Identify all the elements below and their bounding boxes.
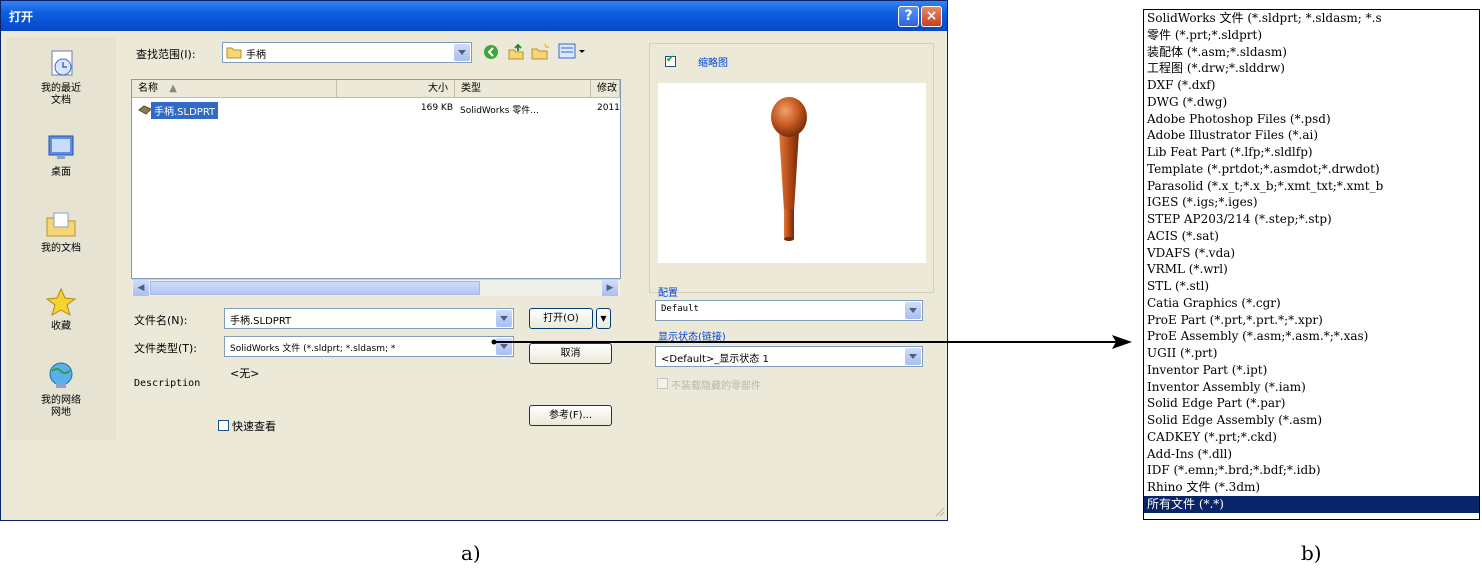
file-type-option[interactable]: Inventor Part (*.ipt) [1147,362,1267,379]
file-type-option[interactable]: STEP AP203/214 (*.step;*.stp) [1147,211,1332,228]
file-type-option[interactable]: UGII (*.prt) [1147,345,1217,362]
file-type-option[interactable]: Parasolid (*.x_t;*.x_b;*.xmt_txt;*.xmt_b [1147,178,1383,195]
file-type-option[interactable]: IGES (*.igs;*.iges) [1147,194,1258,211]
file-type-option[interactable]: 所有文件 (*.*) [1144,495,1479,513]
file-type-option[interactable]: STL (*.stl) [1147,278,1209,295]
file-type-option[interactable]: IDF (*.emn;*.brd;*.bdf;*.idb) [1147,462,1321,479]
caption-a: a) [461,541,481,565]
file-type-option[interactable]: VRML (*.wrl) [1147,261,1228,278]
file-type-option[interactable]: Rhino 文件 (*.3dm) [1147,479,1260,496]
file-type-option[interactable]: Add-Ins (*.dll) [1147,446,1232,463]
caption-b: b) [1301,541,1322,565]
file-type-option[interactable]: Solid Edge Assembly (*.asm) [1147,412,1322,429]
file-type-option[interactable]: VDAFS (*.vda) [1147,245,1235,262]
file-type-option[interactable]: ProE Assembly (*.asm;*.asm.*;*.xas) [1147,328,1368,345]
file-type-option[interactable]: SolidWorks 文件 (*.sldprt; *.sldasm; *.s [1147,10,1382,27]
file-type-option[interactable]: DXF (*.dxf) [1147,77,1215,94]
file-type-option[interactable]: Solid Edge Part (*.par) [1147,395,1285,412]
file-type-option[interactable]: Inventor Assembly (*.iam) [1147,379,1306,396]
file-type-option[interactable]: Catia Graphics (*.cgr) [1147,295,1281,312]
file-type-option[interactable]: ACIS (*.sat) [1147,228,1219,245]
file-type-option[interactable]: Lib Feat Part (*.lfp;*.sldlfp) [1147,144,1313,161]
file-type-option[interactable]: Adobe Photoshop Files (*.psd) [1147,111,1331,128]
file-type-option[interactable]: Adobe Illustrator Files (*.ai) [1147,127,1318,144]
file-type-option[interactable]: 工程图 (*.drw;*.slddrw) [1147,60,1285,77]
file-type-option[interactable]: 零件 (*.prt;*.sldprt) [1147,27,1262,44]
file-type-option[interactable]: DWG (*.dwg) [1147,94,1227,111]
file-type-option[interactable]: 装配体 (*.asm;*.sldasm) [1147,44,1287,61]
file-type-dropdown-list[interactable]: SolidWorks 文件 (*.sldprt; *.sldasm; *.s 零件… [1143,9,1480,520]
file-type-option[interactable]: CADKEY (*.prt;*.ckd) [1147,429,1277,446]
file-type-option[interactable]: ProE Part (*.prt,*.prt.*;*.xpr) [1147,312,1323,329]
file-type-option[interactable]: Template (*.prtdot;*.asmdot;*.drwdot) [1147,161,1380,178]
